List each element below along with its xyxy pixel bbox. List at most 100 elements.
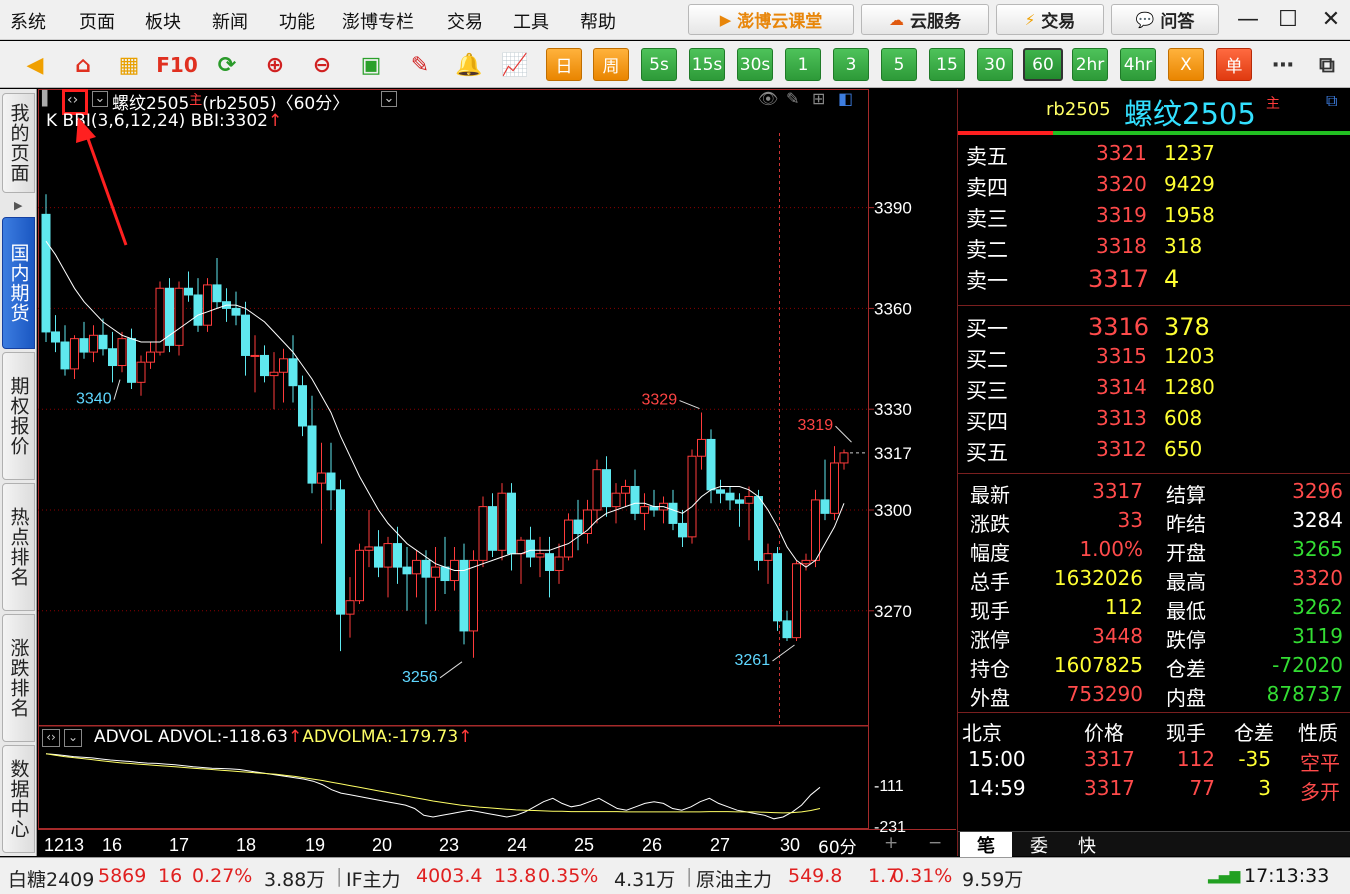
sidebar-change-ranking[interactable]: 涨跌排名 [2,614,35,742]
menu-function[interactable]: 功能 [279,8,315,34]
tab-fast[interactable]: 快 [1062,832,1112,857]
ask-row[interactable]: 卖二 3318 318 [958,232,1350,263]
period-30s[interactable]: 30s [737,48,773,81]
menu-sector[interactable]: 板块 [145,8,181,34]
period-day[interactable]: 日 [546,48,582,81]
zoom-plus-icon[interactable]: + [884,833,898,853]
candle [830,446,839,521]
candle [697,412,706,470]
tick-row[interactable]: 15:00 3317 112 -35 空平 [958,747,1350,776]
period-5s[interactable]: 5s [641,48,677,81]
sidebar-my-page[interactable]: 我的页面 [2,93,35,193]
tab-trades[interactable]: 笔 [960,832,1012,857]
candle [184,271,193,302]
status-name[interactable]: 白糖2409 [8,865,94,892]
bid-row[interactable]: 买一 3316 378 [958,311,1350,342]
expand-arrow-icon[interactable]: ▶ [14,199,22,212]
candle [640,493,649,531]
menu-system[interactable]: 系统 [10,8,46,34]
panel-icon[interactable]: ◧ [838,89,853,108]
ask-row[interactable]: 卖三 3319 1958 [958,201,1350,232]
period-x[interactable]: X [1168,48,1204,81]
bid-row[interactable]: 买五 3312 650 [958,435,1350,466]
maximize-icon[interactable]: ☐ [1273,5,1303,35]
qa-button[interactable]: 💬 问答 [1111,4,1219,35]
sub-indicator-label[interactable]: ADVOL ADVOL:-118.63↑ADVOLMA:-179.73↑ [94,727,472,747]
bid-row[interactable]: 买三 3314 1280 [958,373,1350,404]
period-single[interactable]: 单 [1216,48,1252,81]
ask-row[interactable]: 卖五 3321 1237 [958,139,1350,170]
back-arrow-icon[interactable]: ◀ [18,48,52,82]
menu-tools[interactable]: 工具 [513,8,549,34]
period-15s[interactable]: 15s [689,48,725,81]
menu-page[interactable]: 页面 [79,8,115,34]
sidebar-data-center[interactable]: 数据中心 [2,745,35,853]
status-name[interactable]: IF主力 [346,865,401,892]
menu-help[interactable]: 帮助 [580,8,616,34]
period-week[interactable]: 周 [593,48,629,81]
bell-icon[interactable]: 🔔 [452,48,486,82]
refresh-icon[interactable]: ⟳ [210,48,244,82]
period-30[interactable]: 30 [977,48,1013,81]
windows-icon[interactable]: ▣ [354,48,388,82]
sidebar-option-quotes[interactable]: 期权报价 [2,352,35,480]
minimize-icon[interactable]: — [1233,5,1263,35]
notes-icon[interactable]: ▦ [112,48,146,82]
stat-value: 3317 [1092,479,1143,503]
stat-value: 1607825 [1053,653,1143,677]
candle-body [60,341,70,370]
bid-row[interactable]: 买二 3315 1203 [958,342,1350,373]
tab-orders[interactable]: 委 [1014,832,1064,857]
period-15[interactable]: 15 [929,48,965,81]
dropdown-icon[interactable]: ⌄ [92,91,108,107]
pen-icon[interactable]: ✎ [403,48,437,82]
period-5[interactable]: 5 [881,48,917,81]
ask-row[interactable]: 卖一 3317 4 [958,263,1350,294]
candle-body [440,566,450,582]
menu-news[interactable]: 新闻 [212,8,248,34]
bid-row[interactable]: 买四 3313 608 [958,404,1350,435]
restore-icon[interactable]: ⧉ [1310,48,1344,82]
cloud-service-button[interactable]: ☁ 云服务 [861,4,989,35]
candle [193,278,203,332]
close-icon[interactable]: ✕ [1316,5,1346,35]
status-price: 5869 [98,865,147,887]
sub-dropdown-icon[interactable]: ⌄ [64,729,82,747]
home-icon[interactable]: ⌂ [66,48,100,82]
period-1[interactable]: 1 [785,48,821,81]
period-2hr[interactable]: 2hr [1072,48,1108,81]
zoom-minus-icon[interactable]: − [928,833,942,853]
period-dropdown-icon[interactable]: ⌄ [381,91,397,107]
stat-label: 仓差 [1166,657,1206,681]
extreme-pointer [835,425,852,443]
zoom-in-icon[interactable]: ⊕ [258,48,292,82]
tick-row[interactable]: 14:59 3317 77 3 多开 [958,776,1350,805]
chart-trend-icon[interactable]: 📈 [498,48,532,82]
more-icon[interactable]: ⋯ [1266,48,1300,82]
sub-arrows-icon[interactable]: ‹› [42,729,60,747]
popout-icon[interactable]: ⧉ [1326,91,1337,111]
panel-toggle-icon[interactable]: ▌ [42,91,53,107]
sidebar-hot-ranking[interactable]: 热点排名 [2,483,35,611]
price-tick-label: 3360 [874,299,912,318]
classroom-button[interactable]: ▶ 澎博云课堂 [688,4,854,35]
status-name[interactable]: 原油主力 [696,865,772,892]
period-4hr[interactable]: 4hr [1120,48,1156,81]
menu-trade[interactable]: 交易 [447,8,483,34]
menu-column[interactable]: 澎博专栏 [342,8,414,34]
f10-button[interactable]: F10 [156,48,198,82]
candle [545,536,554,598]
ask-row[interactable]: 卖四 3320 9429 [958,170,1350,201]
zoom-out-icon[interactable]: ⊖ [305,48,339,82]
period-60[interactable]: 60 [1023,48,1063,81]
extreme-pointer [772,644,795,662]
kline-chart[interactable]: 3340 3329 3319 3256 3261 3390 3360 3330 3300 327… [38,89,956,858]
eye-icon[interactable]: 👁 [758,89,778,108]
grid-layout-icon[interactable]: ⊞ [812,89,825,108]
period-3[interactable]: 3 [833,48,869,81]
sidebar-domestic-futures[interactable]: 国内期货 [2,217,35,349]
candle [307,395,317,494]
edit-icon[interactable]: ✎ [786,89,799,108]
trade-button[interactable]: ⚡ 交易 [996,4,1104,35]
ask-label: 卖四 [966,176,1008,200]
